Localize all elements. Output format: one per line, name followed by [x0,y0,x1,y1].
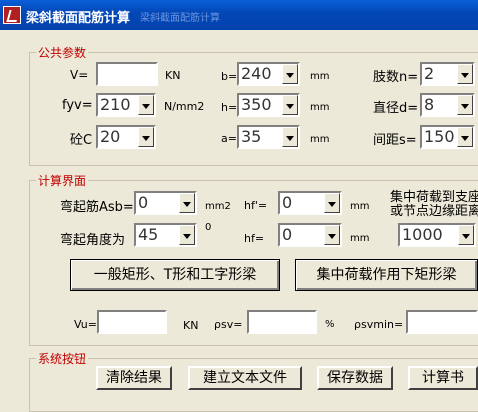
v-input[interactable] [96,62,158,86]
vu-label: Vu= [74,318,97,331]
chevron-down-icon[interactable] [457,95,473,115]
h-unit: mm [310,102,330,113]
hf-label: hf= [244,232,265,245]
diameter-label: 直径d= [373,101,419,116]
chevron-down-icon[interactable] [282,127,298,147]
window-subtitle: 梁斜截面配筋计算 [140,13,220,24]
v-label: V= [70,68,89,82]
public-params-legend: 公共参数 [38,46,87,60]
h-select[interactable]: 350 [237,93,300,117]
calc-legend: 计算界面 [38,174,87,188]
fyv-select[interactable]: 210 [96,93,156,117]
calc-general-beam-button[interactable]: 一般矩形、T形和工字形梁 [70,259,280,291]
fyv-label: fyv= [62,98,93,113]
concrete-label: 砼C [70,133,93,148]
clear-results-button[interactable]: 清除结果 [96,366,172,390]
save-data-button[interactable]: 保存数据 [317,366,393,390]
psvmin-label: ρsvmin= [354,318,404,331]
chevron-down-icon[interactable] [282,95,298,115]
legs-select[interactable]: 2 [420,62,475,86]
asb-select[interactable]: 0 [134,191,197,215]
hf-prime-unit: mm [350,201,370,212]
chevron-down-icon[interactable] [282,64,298,84]
psv-label: ρsv= [214,318,243,331]
chevron-down-icon[interactable] [138,127,154,147]
chevron-down-icon[interactable] [179,193,195,213]
chevron-down-icon[interactable] [457,64,473,84]
angle-unit: 0 [205,222,212,233]
diameter-select[interactable]: 8 [420,93,475,117]
calculation-report-button[interactable]: 计算书 [408,366,478,390]
fyv-unit: N/mm2 [164,100,205,113]
system-legend: 系统按钮 [38,352,87,366]
chevron-down-icon[interactable] [457,127,473,147]
title-bar: 梁斜截面配筋计算 梁斜截面配筋计算 [0,0,478,30]
hf-unit: mm [350,233,370,244]
b-label: b= [221,70,238,83]
distance-select[interactable]: 1000 [398,223,476,247]
chevron-down-icon[interactable] [458,225,474,245]
vu-unit: KN [183,319,199,332]
b-select[interactable]: 240 [237,62,300,86]
v-unit: KN [165,69,181,82]
a-unit: mm [310,134,330,145]
app-icon[interactable] [3,6,21,24]
create-text-file-button[interactable]: 建立文本文件 [188,366,302,390]
psv-unit: % [325,319,335,330]
psv-output[interactable] [247,310,317,334]
concrete-select[interactable]: 20 [96,125,156,149]
window-title: 梁斜截面配筋计算 [26,11,131,26]
angle-select[interactable]: 45 [134,223,197,247]
asb-unit: mm2 [205,201,231,212]
hf-prime-label: hf'= [244,199,268,212]
spacing-select[interactable]: 150 [420,125,475,149]
chevron-down-icon[interactable] [138,95,154,115]
hf-prime-select[interactable]: 0 [278,191,342,215]
distance-label-line2: 或节点边缘距离 [390,204,478,219]
chevron-down-icon[interactable] [324,225,340,245]
vu-output[interactable] [97,310,167,334]
chevron-down-icon[interactable] [179,225,195,245]
a-label: a= [221,132,237,145]
b-unit: mm [310,71,330,82]
calc-concentrated-load-button[interactable]: 集中荷载作用下矩形梁 [295,259,478,291]
psvmin-output[interactable] [406,310,478,334]
spacing-label: 间距s= [373,133,417,148]
a-select[interactable]: 35 [237,125,300,149]
asb-label: 弯起筋Asb= [60,200,134,215]
angle-label: 弯起角度为 [60,233,126,248]
chevron-down-icon[interactable] [324,193,340,213]
h-label: h= [221,101,238,114]
legs-label: 肢数n= [373,70,419,85]
hf-select[interactable]: 0 [278,223,342,247]
